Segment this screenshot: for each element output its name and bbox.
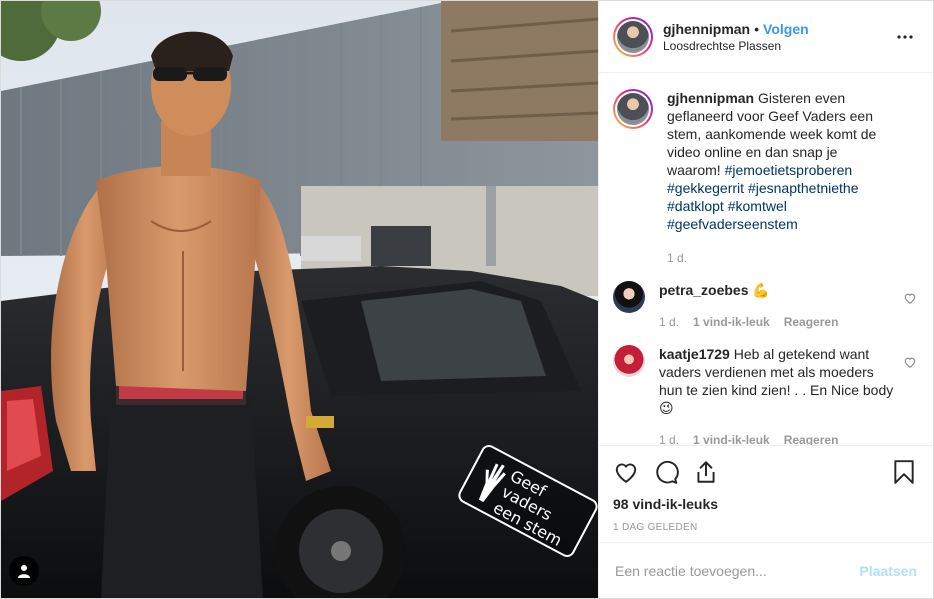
post-comment-button[interactable]: Plaatsen	[859, 563, 917, 579]
hashtag-link[interactable]: #jemoetietsproberen	[725, 162, 853, 178]
comment-item: petra_zoebes 💪 1 d. 1 vind-ik-leuk Reage…	[613, 281, 917, 331]
comment-input[interactable]	[615, 562, 860, 579]
author-avatar[interactable]	[613, 16, 653, 57]
comment-time[interactable]: 1 d.	[659, 313, 679, 331]
commenter-username[interactable]: petra_zoebes	[659, 282, 748, 298]
user-tag-icon	[18, 565, 30, 578]
hashtag-link[interactable]: #geefvaderseenstem	[667, 216, 798, 232]
separator-dot: •	[754, 20, 760, 37]
add-comment-bar: Plaatsen	[599, 542, 933, 598]
comment-likes[interactable]: 1 vind-ik-leuk	[693, 313, 770, 331]
more-icon	[897, 34, 913, 39]
comments-list[interactable]: gjhennipman Gisteren even geflaneerd voo…	[599, 73, 933, 445]
hashtag-link[interactable]: #jesnapthetniethe	[748, 180, 859, 196]
commenter-avatar[interactable]	[613, 345, 645, 377]
comment-item: kaatje1729 Heb al getekend want vaders v…	[613, 345, 917, 445]
author-username[interactable]: gjhennipman	[663, 21, 750, 37]
hashtag-link[interactable]: #gekkegerrit	[667, 180, 744, 196]
caption-avatar[interactable]	[613, 89, 653, 129]
commenter-username[interactable]: kaatje1729	[659, 346, 730, 362]
post-time-ago[interactable]: 1 DAG GELEDEN	[613, 522, 917, 533]
comment-time[interactable]: 1 d.	[659, 431, 679, 445]
more-options-button[interactable]	[893, 25, 917, 49]
share-icon[interactable]	[693, 459, 719, 485]
comment-text: 💪	[752, 282, 770, 298]
heart-icon[interactable]	[613, 459, 639, 485]
commenter-avatar[interactable]	[613, 281, 645, 313]
post-photo[interactable]: Geef vaders een stem	[1, 1, 598, 598]
reply-button[interactable]: Reageren	[784, 313, 839, 331]
user-tag-button[interactable]	[9, 556, 39, 586]
bookmark-icon[interactable]	[891, 459, 917, 485]
follow-button[interactable]: Volgen	[763, 21, 809, 37]
hashtag-link[interactable]: #datklopt	[667, 198, 724, 214]
post-sidebar: gjhennipman • Volgen Loosdrechtse Plasse…	[598, 1, 933, 598]
comment-like-heart-icon[interactable]	[903, 291, 917, 305]
caption-username[interactable]: gjhennipman	[667, 90, 754, 106]
likes-count[interactable]: 98 vind-ik-leuks	[613, 496, 917, 512]
comment-likes[interactable]: 1 vind-ik-leuk	[693, 431, 770, 445]
reply-button[interactable]: Reageren	[784, 431, 839, 445]
comment-like-heart-icon[interactable]	[903, 355, 917, 369]
post-header: gjhennipman • Volgen Loosdrechtse Plasse…	[599, 1, 933, 73]
caption-time[interactable]: 1 d.	[667, 249, 687, 267]
post-actions: 98 vind-ik-leuks 1 DAG GELEDEN	[599, 445, 933, 542]
hashtag-link[interactable]: #komtwel	[728, 198, 787, 214]
location-link[interactable]: Loosdrechtse Plassen	[663, 39, 893, 53]
comment-icon[interactable]	[653, 459, 679, 485]
caption: gjhennipman Gisteren even geflaneerd voo…	[613, 89, 917, 267]
instagram-post: Geef vaders een stem gjhennipman • Volge…	[0, 0, 934, 599]
